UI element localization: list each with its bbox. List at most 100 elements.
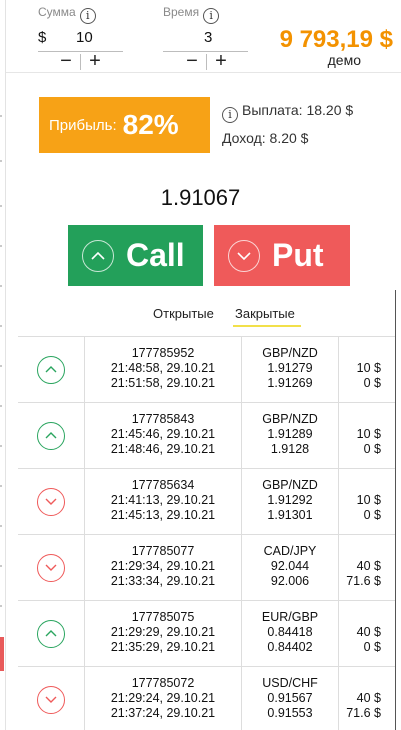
tab-open[interactable]: Открытые	[153, 306, 214, 321]
trade-payout: 0 $	[363, 376, 381, 390]
trade-open-time: 21:45:46, 29.10.21	[110, 427, 216, 441]
trade-payout: 0 $	[363, 442, 381, 456]
edge-tick	[0, 525, 2, 527]
time-decrease-button[interactable]: −	[178, 51, 206, 72]
table-row[interactable]: 177785843 21:45:46, 29.10.21 21:48:46, 2…	[18, 402, 395, 468]
edge-tick	[0, 115, 2, 117]
table-row[interactable]: 177785952 21:48:58, 29.10.21 21:51:58, 2…	[18, 336, 395, 402]
trade-info: 177785952 21:48:58, 29.10.21 21:51:58, 2…	[85, 346, 241, 391]
edge-tick	[0, 405, 2, 407]
trade-open-time: 21:29:29, 29.10.21	[110, 625, 216, 639]
trade-open-price: 0.91567	[267, 691, 313, 705]
table-row[interactable]: 177785634 21:41:13, 29.10.21 21:45:13, 2…	[18, 468, 395, 534]
trade-quote: EUR/GBP 0.84418 0.84402	[242, 610, 338, 655]
trade-quote: GBP/NZD 1.91289 1.9128	[242, 412, 338, 457]
trade-amount: 40 $	[356, 625, 381, 639]
trade-payout: 0 $	[363, 640, 381, 654]
trade-quote: CAD/JPY 92.044 92.006	[242, 544, 338, 589]
amount-increase-button[interactable]: +	[81, 51, 109, 72]
trade-amounts: 10 $ 0 $	[339, 427, 381, 457]
call-button[interactable]: Call	[68, 225, 203, 286]
arrow-up-icon	[37, 619, 65, 648]
edge-tick	[0, 565, 2, 567]
arrow-up-icon	[37, 355, 65, 384]
tab-closed[interactable]: Закрытые	[235, 306, 295, 321]
trade-amounts: 40 $ 71.6 $	[339, 559, 381, 589]
account-balance: 9 793,19 $	[279, 26, 393, 53]
table-edge	[395, 290, 396, 730]
time-value[interactable]: 3	[204, 29, 212, 46]
trade-info: 177785077 21:29:34, 29.10.21 21:33:34, 2…	[85, 544, 241, 589]
trade-payout: 0 $	[363, 508, 381, 522]
trade-open-time: 21:41:13, 29.10.21	[110, 493, 216, 507]
trade-close-price: 0.84402	[267, 640, 313, 654]
edge-tick	[0, 365, 2, 367]
table-row[interactable]: 177785072 21:29:24, 29.10.21 21:37:24, 2…	[18, 666, 395, 730]
trade-open-time: 21:29:24, 29.10.21	[110, 691, 216, 705]
table-row[interactable]: 177785075 21:29:29, 29.10.21 21:35:29, 2…	[18, 600, 395, 666]
table-row[interactable]: 177785077 21:29:34, 29.10.21 21:33:34, 2…	[18, 534, 395, 600]
put-button[interactable]: Put	[214, 225, 350, 286]
trade-info: 177785843 21:45:46, 29.10.21 21:48:46, 2…	[85, 412, 241, 457]
amount-info-icon[interactable]: i	[79, 8, 96, 24]
chevron-up-icon	[82, 239, 114, 272]
trade-id: 177785634	[131, 478, 195, 492]
trade-info: 177785634 21:41:13, 29.10.21 21:45:13, 2…	[85, 478, 241, 523]
trade-open-price: 1.91279	[267, 361, 313, 375]
trade-close-price: 1.91269	[267, 376, 313, 390]
amount-label: Сумма i	[38, 5, 96, 24]
trade-close-price: 1.9128	[270, 442, 310, 456]
trade-amount: 40 $	[356, 559, 381, 573]
trade-open-price: 1.91289	[267, 427, 313, 441]
time-increase-button[interactable]: +	[207, 51, 235, 72]
trade-pair: EUR/GBP	[261, 610, 319, 624]
trade-id: 177785077	[131, 544, 195, 558]
trade-quote: GBP/NZD 1.91279 1.91269	[242, 346, 338, 391]
trade-open-price: 0.84418	[267, 625, 313, 639]
trade-direction	[18, 337, 84, 402]
trade-id: 177785843	[131, 412, 195, 426]
payout-row: i Выплата: 18.20 $	[222, 102, 353, 123]
account-mode[interactable]: демо	[328, 52, 361, 68]
trade-pair: CAD/JPY	[263, 544, 317, 558]
amount-decrease-button[interactable]: −	[52, 51, 80, 72]
trade-close-time: 21:37:24, 29.10.21	[110, 706, 216, 720]
amount-stepper: − +	[52, 51, 109, 72]
edge-tick	[0, 285, 2, 287]
trade-quote: GBP/NZD 1.91292 1.91301	[242, 478, 338, 523]
edge-red-marker	[0, 637, 4, 671]
trade-amount: 40 $	[356, 691, 381, 705]
payout-text: Выплата: 18.20 $	[242, 102, 354, 118]
edge-tick	[0, 605, 2, 607]
trade-payout: 71.6 $	[346, 574, 381, 588]
amount-field[interactable]: $ 10	[38, 26, 123, 52]
call-label: Call	[126, 237, 185, 273]
trade-direction	[18, 601, 84, 666]
trade-close-price: 0.91553	[267, 706, 313, 720]
chevron-down-icon	[228, 239, 260, 272]
trade-payout: 71.6 $	[346, 706, 381, 720]
trade-open-price: 92.044	[270, 559, 310, 573]
time-info-icon[interactable]: i	[203, 8, 220, 24]
amount-value[interactable]: 10	[76, 29, 93, 46]
time-label-text: Время	[163, 5, 200, 19]
trade-amounts: 10 $ 0 $	[339, 493, 381, 523]
edge-tick	[0, 485, 2, 487]
trade-direction	[18, 469, 84, 534]
current-price: 1.91067	[160, 185, 241, 210]
header-divider	[6, 72, 401, 73]
payout-info-icon[interactable]: i	[222, 107, 238, 123]
trade-direction	[18, 667, 84, 730]
trade-amounts: 40 $ 71.6 $	[339, 691, 381, 721]
trade-close-time: 21:51:58, 29.10.21	[110, 376, 216, 390]
trade-amounts: 40 $ 0 $	[339, 625, 381, 655]
active-tab-indicator	[233, 325, 301, 327]
trade-close-price: 1.91301	[267, 508, 313, 522]
trade-close-time: 21:33:34, 29.10.21	[110, 574, 216, 588]
time-field[interactable]: 3	[163, 26, 248, 52]
trade-pair: GBP/NZD	[262, 478, 318, 492]
trade-amount: 10 $	[356, 361, 381, 375]
trade-info: 177785072 21:29:24, 29.10.21 21:37:24, 2…	[85, 676, 241, 721]
trade-id: 177785075	[131, 610, 195, 624]
trade-open-time: 21:29:34, 29.10.21	[110, 559, 216, 573]
